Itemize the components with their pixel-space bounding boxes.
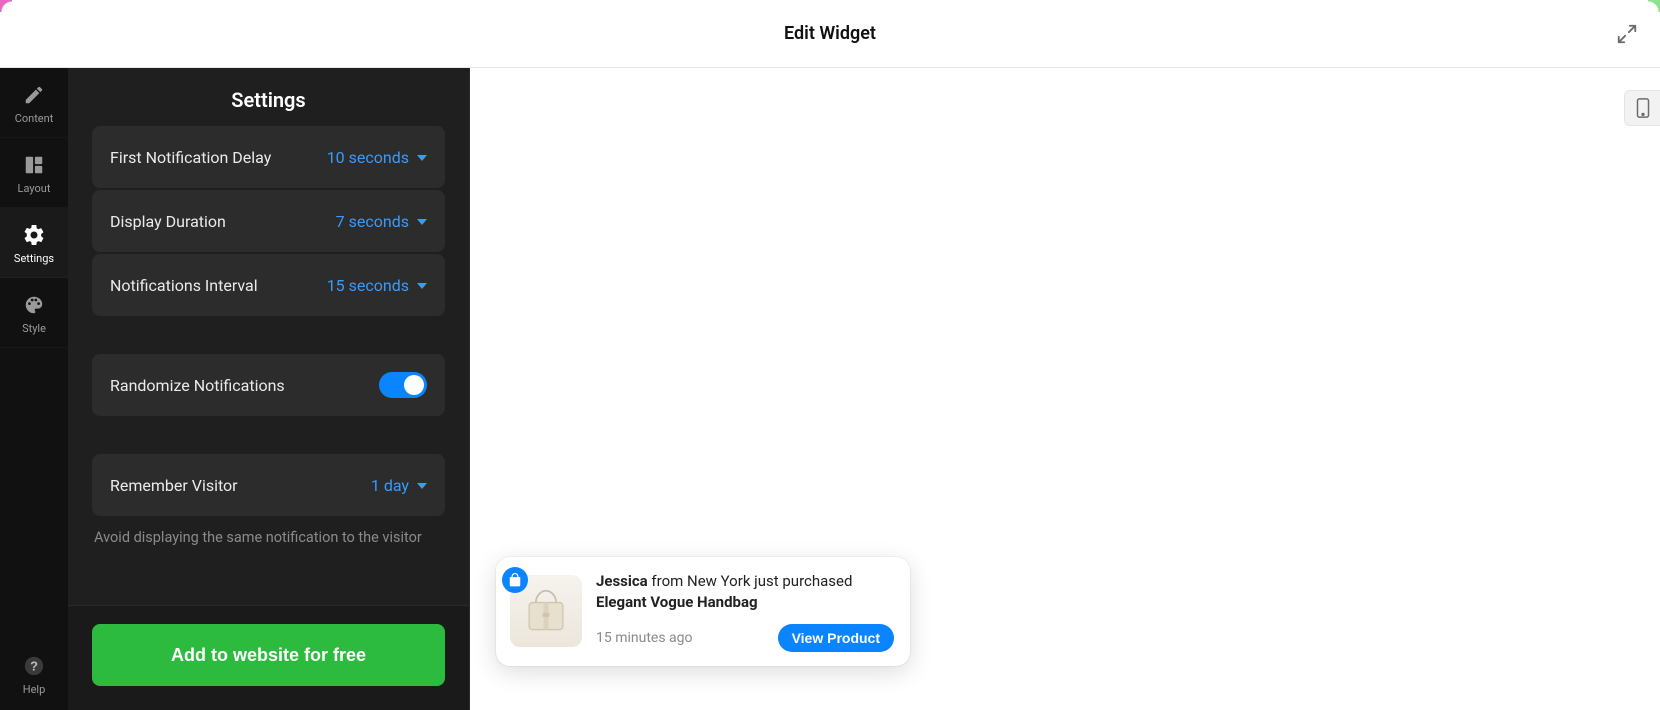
caret-down-icon [417, 483, 427, 489]
palette-icon [0, 292, 68, 318]
header: Edit Widget [0, 0, 1660, 68]
smartphone-icon [1635, 97, 1651, 119]
setting-value: 15 seconds [327, 276, 427, 295]
settings-panel: Settings First Notification Delay 10 sec… [68, 68, 470, 710]
setting-label: Display Duration [110, 212, 226, 231]
panel-title: Settings [68, 68, 469, 126]
add-to-website-button[interactable]: Add to website for free [92, 624, 445, 686]
remember-visitor-select[interactable]: Remember Visitor 1 day [92, 454, 445, 516]
caret-down-icon [417, 219, 427, 225]
remember-visitor-hint: Avoid displaying the same notification t… [92, 518, 445, 556]
help-icon: ? [0, 653, 68, 679]
handbag-icon [519, 584, 573, 638]
setting-value: 7 seconds [336, 212, 427, 231]
setting-label: Randomize Notifications [110, 376, 285, 395]
nav-item-style[interactable]: Style [0, 278, 68, 348]
first-notification-delay-select[interactable]: First Notification Delay 10 seconds [92, 126, 445, 188]
notification-thumbnail [510, 575, 582, 647]
layout-icon [0, 152, 68, 178]
notification-text: Jessica from New York just purchased Ele… [596, 571, 894, 615]
caret-down-icon [417, 283, 427, 289]
notification-time: 15 minutes ago [596, 630, 693, 646]
toggle-knob [404, 375, 424, 395]
panel-footer: Add to website for free [68, 605, 469, 710]
nav-item-settings[interactable]: Settings [0, 208, 68, 278]
setting-value: 10 seconds [327, 148, 427, 167]
page-title: Edit Widget [784, 23, 876, 44]
randomize-toggle[interactable] [379, 372, 427, 398]
svg-text:?: ? [30, 659, 38, 674]
randomize-notifications-toggle-row: Randomize Notifications [92, 354, 445, 416]
nav-item-layout[interactable]: Layout [0, 138, 68, 208]
setting-label: First Notification Delay [110, 148, 271, 167]
expand-button[interactable] [1610, 17, 1644, 51]
view-product-button[interactable]: View Product [778, 624, 894, 652]
notification-body: Jessica from New York just purchased Ele… [596, 571, 894, 653]
display-duration-select[interactable]: Display Duration 7 seconds [92, 190, 445, 252]
nav-item-help[interactable]: ? Help [0, 639, 68, 710]
pencil-icon [0, 82, 68, 108]
mobile-preview-button[interactable] [1624, 90, 1660, 126]
expand-icon [1616, 23, 1638, 45]
notifications-interval-select[interactable]: Notifications Interval 15 seconds [92, 254, 445, 316]
setting-value: 1 day [371, 476, 427, 495]
side-nav: Content Layout Settings Style ? Help [0, 68, 68, 710]
gear-icon [0, 222, 68, 248]
settings-scroll[interactable]: First Notification Delay 10 seconds Disp… [68, 126, 469, 605]
nav-item-content[interactable]: Content [0, 68, 68, 138]
setting-label: Remember Visitor [110, 476, 238, 495]
setting-label: Notifications Interval [110, 276, 258, 295]
caret-down-icon [417, 155, 427, 161]
preview-area: Jessica from New York just purchased Ele… [470, 68, 1660, 710]
notification-card: Jessica from New York just purchased Ele… [496, 557, 910, 667]
